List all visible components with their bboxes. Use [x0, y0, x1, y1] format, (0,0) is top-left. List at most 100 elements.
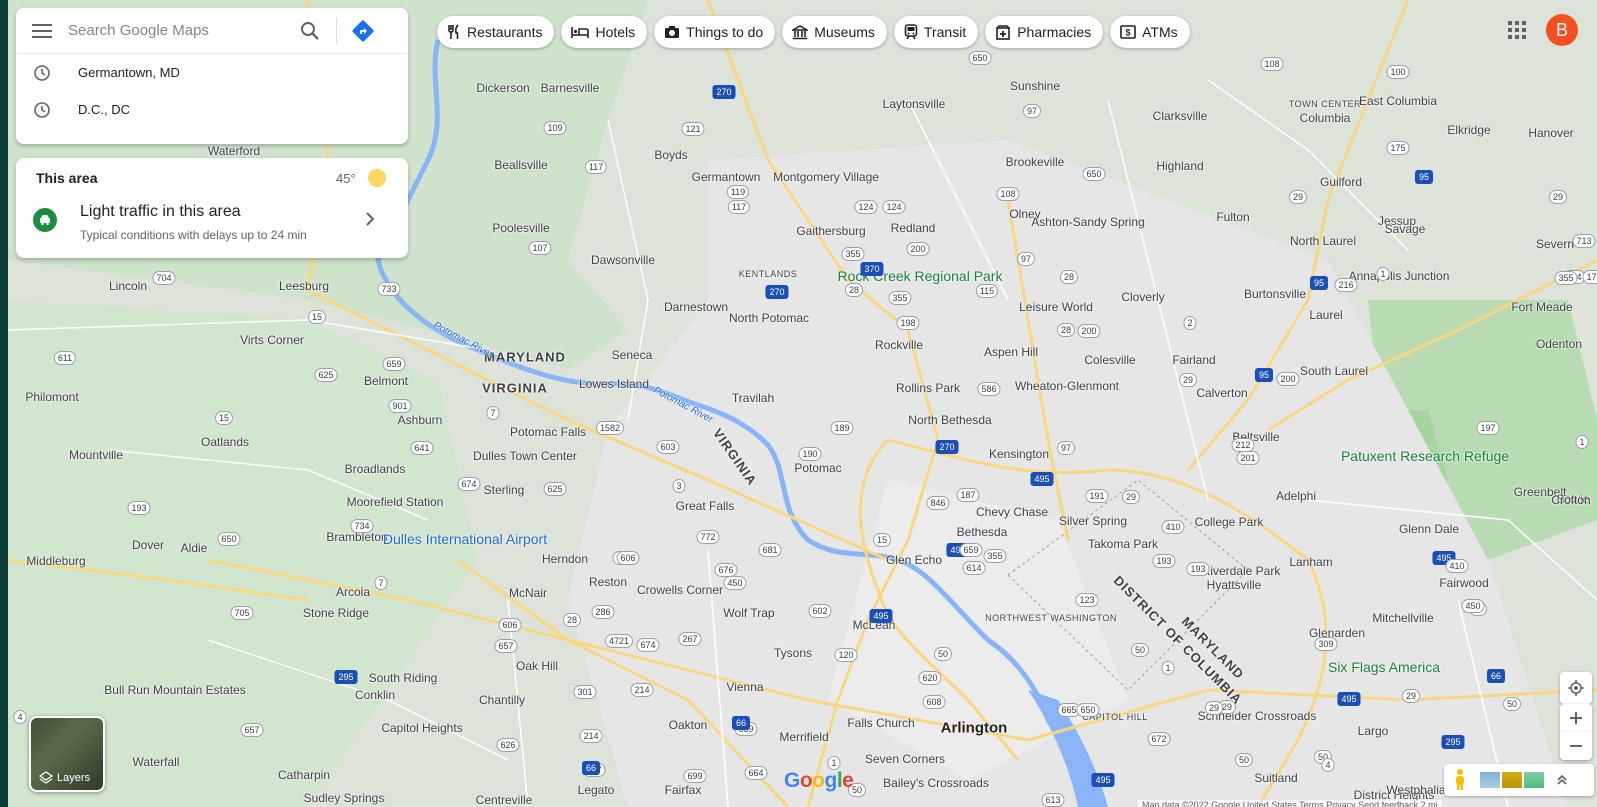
map-place-label[interactable]: Boyds — [654, 148, 687, 162]
map-place-label[interactable]: Fairwood — [1439, 576, 1488, 590]
map-place-label[interactable]: Moorefield Station — [347, 495, 444, 509]
map-place-label[interactable]: Tysons — [774, 646, 812, 660]
chip-things-to-do[interactable]: Things to do — [654, 16, 776, 48]
map-place-label[interactable]: Clarksville — [1153, 109, 1208, 123]
map-place-label[interactable]: Potomac Falls — [510, 425, 586, 439]
map-place-label[interactable]: Rockville — [875, 338, 923, 352]
map-place-label[interactable]: Legato — [578, 783, 615, 797]
pegman-icon[interactable] — [1452, 768, 1468, 792]
map-place-label[interactable]: Severn — [1536, 237, 1574, 251]
map-place-label[interactable]: Redland — [891, 221, 936, 235]
map-place-label[interactable]: Montgomery Village — [773, 170, 879, 184]
map-place-label[interactable]: Hyattsville — [1207, 578, 1262, 592]
chip-museums[interactable]: Museums — [782, 16, 887, 48]
map-place-label[interactable]: Poolesville — [492, 221, 549, 235]
imagery-thumbnail[interactable] — [1480, 772, 1500, 788]
map-place-label[interactable]: Gaithersburg — [796, 224, 865, 238]
map-place-label[interactable]: Reston — [589, 575, 627, 589]
map-place-label[interactable]: Westphalia — [1386, 783, 1445, 797]
map-place-label[interactable]: East Columbia — [1359, 94, 1437, 108]
map-place-label[interactable]: KENTLANDS — [739, 269, 798, 279]
map-place-label[interactable]: North Bethesda — [908, 413, 991, 427]
account-avatar[interactable]: B — [1546, 14, 1578, 46]
map-place-label[interactable]: NORTHWEST WASHINGTON — [985, 613, 1117, 623]
traffic-info-row[interactable]: Light traffic in this area Typical condi… — [16, 198, 408, 248]
directions-button[interactable] — [343, 11, 383, 51]
map-place-label[interactable]: Takoma Park — [1088, 537, 1158, 551]
map-place-label[interactable]: Fairland — [1172, 353, 1215, 367]
map-place-label[interactable]: Six Flags America — [1328, 659, 1440, 675]
map-place-label[interactable]: Sudley Springs — [304, 791, 385, 805]
map-place-label[interactable]: Colesville — [1084, 353, 1135, 367]
map-place-label[interactable]: Annapolis Junction — [1349, 269, 1450, 283]
search-input[interactable] — [68, 22, 290, 39]
map-place-label[interactable]: Riverdale Park — [1202, 564, 1281, 578]
map-place-label[interactable]: MARYLAND — [484, 350, 566, 365]
map-place-label[interactable]: Bethesda — [957, 525, 1008, 539]
map-place-label[interactable]: Barnesville — [541, 81, 600, 95]
my-location-button[interactable] — [1560, 672, 1592, 704]
map-place-label[interactable]: Belmont — [364, 374, 408, 388]
map-place-label[interactable]: Crowells Corner — [637, 583, 723, 597]
map-place-label[interactable]: North Laurel — [1290, 234, 1356, 248]
map-place-label[interactable]: Waterfall — [133, 755, 180, 769]
map-place-label[interactable]: Patuxent Research Refuge — [1341, 448, 1509, 464]
map-place-label[interactable]: Bull Run Mountain Estates — [104, 683, 245, 697]
map-place-label[interactable]: Beallsville — [494, 158, 547, 172]
map-place-label[interactable]: Oatlands — [201, 435, 249, 449]
map-place-label[interactable]: Dawsonville — [591, 253, 655, 267]
map-place-label[interactable]: South Laurel — [1300, 364, 1368, 378]
map-place-label[interactable]: Hanover — [1528, 126, 1573, 140]
map-place-label[interactable]: Seven Corners — [865, 752, 945, 766]
map-place-label[interactable]: Virts Corner — [240, 333, 304, 347]
map-place-label[interactable]: Ashton-Sandy Spring — [1031, 215, 1144, 229]
zoom-in-button[interactable] — [1560, 704, 1592, 732]
map-place-label[interactable]: Mountville — [69, 448, 123, 462]
map-place-label[interactable]: Merrifield — [779, 730, 828, 744]
chevron-up-double-icon[interactable] — [1556, 774, 1568, 786]
menu-button[interactable] — [16, 8, 68, 54]
map-place-label[interactable]: Darnestown — [664, 300, 728, 314]
map-place-label[interactable]: Guilford — [1320, 175, 1362, 189]
map-place-label[interactable]: Oakton — [669, 718, 708, 732]
map-place-label[interactable]: Chantilly — [479, 693, 525, 707]
map-place-label[interactable]: Arlington — [941, 720, 1008, 737]
map-place-label[interactable]: Potomac — [794, 461, 841, 475]
map-place-label[interactable]: Bailey's Crossroads — [883, 776, 989, 790]
map-place-label[interactable]: Burtonsville — [1244, 287, 1306, 301]
map-place-label[interactable]: Fulton — [1216, 210, 1249, 224]
map-place-label[interactable]: Aspen Hill — [984, 345, 1038, 359]
layers-button[interactable]: Layers — [29, 716, 105, 792]
map-place-label[interactable]: Leisure World — [1019, 300, 1093, 314]
map-place-label[interactable]: Cloverly — [1121, 290, 1164, 304]
map-place-label[interactable]: Laytonsville — [883, 97, 946, 111]
map-place-label[interactable]: Vienna — [726, 680, 763, 694]
map-place-label[interactable]: Calverton — [1196, 386, 1247, 400]
map-place-label[interactable]: Mitchellville — [1372, 611, 1433, 625]
map-place-label[interactable]: Philomont — [25, 390, 78, 404]
map-place-label[interactable]: Conklin — [355, 688, 395, 702]
map-place-label[interactable]: Waterford — [208, 144, 260, 158]
map-place-label[interactable]: Crofton — [1551, 493, 1590, 507]
map-place-label[interactable]: Wolf Trap — [723, 606, 774, 620]
chip-transit[interactable]: Transit — [893, 16, 979, 48]
map-place-label[interactable]: Dover — [132, 538, 164, 552]
map-place-label[interactable]: Odenton — [1536, 337, 1582, 351]
map-place-label[interactable]: Herndon — [542, 552, 588, 566]
imagery-thumbnail[interactable] — [1524, 772, 1544, 788]
map-place-label[interactable]: Sunshine — [1010, 79, 1060, 93]
map-place-label[interactable]: Largo — [1358, 724, 1389, 738]
map-place-label[interactable]: Suitland — [1254, 771, 1297, 785]
map-place-label[interactable]: Broadlands — [345, 462, 406, 476]
map-place-label[interactable]: Wheaton-Glenmont — [1015, 379, 1119, 393]
map-place-label[interactable]: Middleburg — [26, 554, 85, 568]
map-place-label[interactable]: Columbia — [1300, 111, 1351, 125]
map-place-label[interactable]: VIRGINIA — [482, 381, 548, 396]
map-place-label[interactable]: Elkridge — [1447, 123, 1490, 137]
map-place-label[interactable]: Stone Ridge — [303, 606, 369, 620]
map-place-label[interactable]: Lanham — [1289, 555, 1332, 569]
map-place-label[interactable]: Seneca — [612, 348, 653, 362]
map-place-label[interactable]: Catharpin — [278, 768, 330, 782]
map-place-label[interactable]: Highland — [1156, 159, 1203, 173]
map-place-label[interactable]: Fairfax — [665, 783, 702, 797]
